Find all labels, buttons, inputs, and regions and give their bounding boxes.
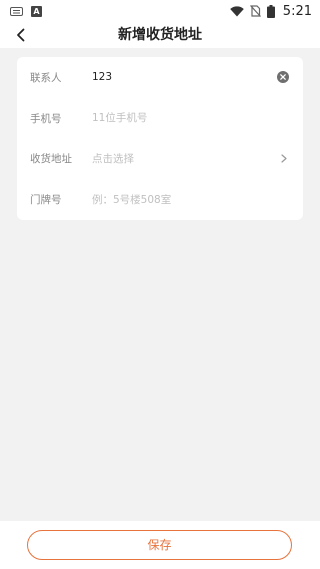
phone-row: 手机号 — [17, 98, 303, 139]
a-badge-icon: A — [31, 5, 42, 17]
address-row[interactable]: 收货地址 点击选择 — [17, 139, 303, 180]
contact-row: 联系人 — [17, 57, 303, 98]
header: 新增收货地址 — [0, 22, 320, 48]
status-bar-left: A — [0, 5, 42, 17]
chevron-right-icon — [279, 154, 289, 164]
battery-icon — [266, 4, 275, 18]
clear-x-glyph — [280, 74, 286, 81]
keyboard-icon — [10, 6, 23, 16]
door-input[interactable] — [92, 189, 283, 210]
phone-input[interactable] — [92, 108, 283, 129]
wifi-icon — [229, 5, 244, 16]
door-label: 门牌号 — [30, 194, 62, 207]
no-sim-icon — [249, 5, 261, 17]
save-button[interactable]: 保存 — [27, 530, 292, 560]
status-bar-right: 5:21 — [229, 0, 312, 22]
bottom-bar: 保存 — [0, 521, 320, 569]
status-bar: A 5:21 — [0, 0, 320, 22]
clock-time: 5:21 — [282, 3, 312, 19]
phone-label: 手机号 — [30, 112, 62, 125]
contact-label: 联系人 — [30, 71, 62, 84]
contact-input[interactable] — [92, 67, 283, 88]
address-selector[interactable]: 点击选择 — [92, 151, 134, 166]
clear-icon[interactable] — [277, 71, 289, 84]
address-form-card: 联系人 手机号 收货地址 点击选择 门牌号 — [17, 57, 303, 220]
address-label: 收货地址 — [30, 153, 72, 166]
door-row: 门牌号 — [17, 179, 303, 220]
page-title: 新增收货地址 — [118, 27, 202, 43]
screen: A 5:21 新增收货地址 联系人 123 手机号 11位手机号 收货地址 点击… — [0, 0, 320, 569]
